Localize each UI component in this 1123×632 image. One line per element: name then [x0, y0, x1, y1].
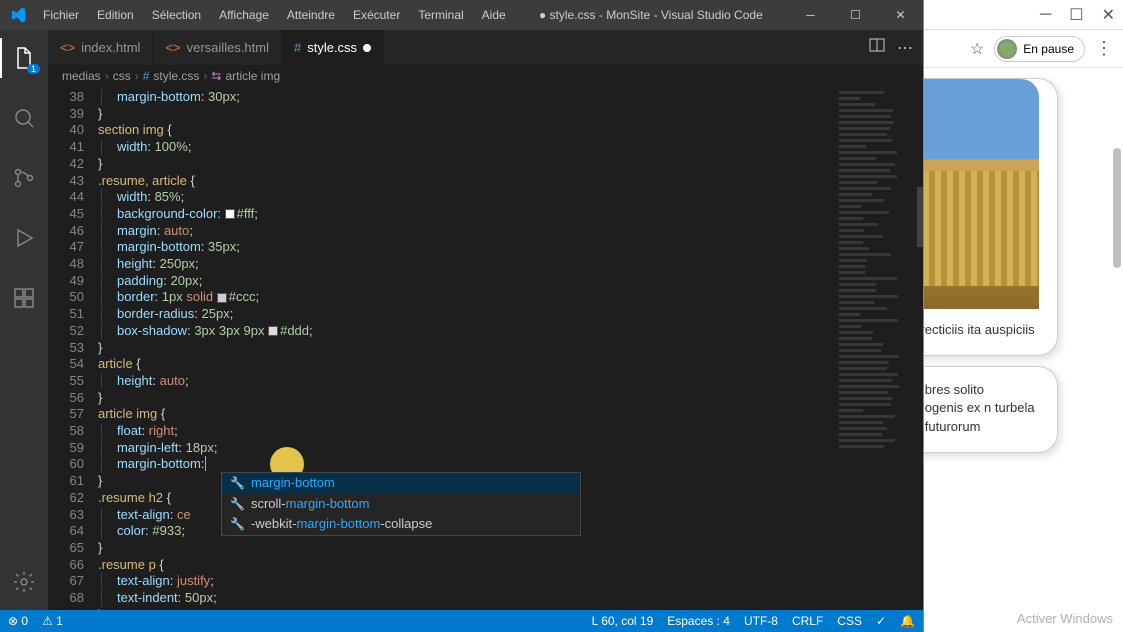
tab-versailles-html[interactable]: <> versailles.html	[153, 30, 282, 65]
settings-gear-icon[interactable]	[0, 562, 48, 602]
tab-index-html[interactable]: <> index.html	[48, 30, 153, 65]
menu-atteindre[interactable]: Atteindre	[279, 8, 343, 22]
article-text: a advecticiis ita auspiciis	[924, 321, 1043, 339]
menu-bar: Fichier Edition Sélection Affichage Atte…	[35, 8, 514, 22]
article-card: a advecticiis ita auspiciis	[924, 78, 1058, 356]
browser-page[interactable]: a advecticiis ita auspiciis rni imbres s…	[924, 68, 1123, 632]
minimize-button[interactable]: ─	[788, 0, 833, 30]
tab-label: versailles.html	[187, 40, 269, 55]
page-scrollbar[interactable]	[1113, 148, 1121, 268]
breadcrumb-segment[interactable]: style.css	[153, 69, 199, 83]
menu-fichier[interactable]: Fichier	[35, 8, 87, 22]
status-indent[interactable]: Espaces : 4	[667, 614, 730, 628]
dirty-indicator-icon	[363, 44, 371, 52]
code-content[interactable]: │ margin-bottom: 30px;}section img {│ wi…	[98, 87, 833, 610]
article-image	[924, 79, 1039, 309]
article-card: rni imbres solito Hermogenis ex n turbel…	[924, 366, 1058, 453]
status-errors[interactable]: ⊗ 0	[8, 614, 28, 628]
browser-menu-icon[interactable]: ⋮	[1095, 38, 1113, 59]
status-encoding[interactable]: UTF-8	[744, 614, 778, 628]
title-bar: Fichier Edition Sélection Affichage Atte…	[0, 0, 923, 30]
autocomplete-item[interactable]: 🔧margin-bottom	[222, 473, 580, 494]
status-notifications-icon[interactable]: 🔔	[900, 614, 915, 628]
window-title: ● style.css - MonSite - Visual Studio Co…	[514, 8, 788, 22]
activity-bar: 1	[0, 30, 48, 610]
breadcrumb-segment[interactable]: css	[113, 69, 131, 83]
status-prettier-icon[interactable]: ✓	[876, 614, 886, 628]
more-actions-icon[interactable]: ⋯	[897, 38, 913, 58]
article-text: rni imbres solito Hermogenis ex n turbel…	[924, 381, 1043, 436]
breadcrumb[interactable]: medias› css› #style.css› ⇆article img	[48, 65, 923, 87]
extensions-icon[interactable]	[0, 278, 48, 318]
explorer-badge: 1	[27, 64, 40, 74]
bookmark-star-icon[interactable]: ☆	[970, 39, 984, 59]
autocomplete-popup[interactable]: 🔧margin-bottom🔧scroll-margin-bottom🔧-web…	[221, 472, 581, 536]
vscode-logo-icon	[0, 7, 35, 23]
status-cursor-position[interactable]: L 60, col 19	[592, 614, 654, 628]
line-number-gutter: 3839404142434445464748495051525354555657…	[48, 87, 98, 610]
source-control-icon[interactable]	[0, 158, 48, 198]
html-file-icon: <>	[60, 40, 75, 55]
avatar	[997, 39, 1017, 59]
menu-edition[interactable]: Edition	[89, 8, 142, 22]
property-icon: 🔧	[230, 516, 245, 533]
explorer-icon[interactable]: 1	[0, 38, 48, 78]
windows-activation-watermark: Activer Windows	[1017, 611, 1113, 626]
code-editor[interactable]: 3839404142434445464748495051525354555657…	[48, 87, 923, 610]
tab-style-css[interactable]: # style.css	[282, 30, 384, 65]
vscode-window: Fichier Edition Sélection Affichage Atte…	[0, 0, 923, 632]
menu-selection[interactable]: Sélection	[144, 8, 209, 22]
close-button[interactable]: ✕	[878, 0, 923, 30]
tab-bar: <> index.html <> versailles.html # style…	[48, 30, 923, 65]
profile-pause-chip[interactable]: En pause	[994, 36, 1085, 62]
browser-maximize-button[interactable]: ☐	[1069, 5, 1083, 25]
search-icon[interactable]	[0, 98, 48, 138]
status-language[interactable]: CSS	[837, 614, 862, 628]
browser-window: ─ ☐ ✕ ☆ En pause ⋮ a advecticiis ita aus…	[923, 0, 1123, 632]
breadcrumb-segment[interactable]: article img	[225, 69, 280, 83]
browser-toolbar: ☆ En pause ⋮	[924, 30, 1123, 68]
autocomplete-item[interactable]: 🔧scroll-margin-bottom	[222, 494, 580, 515]
browser-minimize-button[interactable]: ─	[1040, 6, 1051, 24]
tab-label: style.css	[307, 40, 357, 55]
run-debug-icon[interactable]	[0, 218, 48, 258]
breadcrumb-segment[interactable]: medias	[62, 69, 101, 83]
tab-label: index.html	[81, 40, 140, 55]
minimap[interactable]	[833, 87, 923, 610]
status-bar: ⊗ 0 ⚠ 1 L 60, col 19 Espaces : 4 UTF-8 C…	[0, 610, 923, 632]
property-icon: 🔧	[230, 475, 245, 492]
css-file-icon: #	[294, 40, 301, 55]
property-icon: 🔧	[230, 496, 245, 513]
autocomplete-item[interactable]: 🔧-webkit-margin-bottom-collapse	[222, 514, 580, 535]
maximize-button[interactable]: ☐	[833, 0, 878, 30]
status-warnings[interactable]: ⚠ 1	[42, 614, 63, 628]
pause-label: En pause	[1023, 42, 1074, 56]
split-editor-icon[interactable]	[869, 37, 885, 58]
editor-area: <> index.html <> versailles.html # style…	[48, 30, 923, 610]
minimap-viewport[interactable]	[917, 187, 923, 247]
menu-executer[interactable]: Exécuter	[345, 8, 408, 22]
menu-affichage[interactable]: Affichage	[211, 8, 277, 22]
status-eol[interactable]: CRLF	[792, 614, 823, 628]
html-file-icon: <>	[165, 40, 180, 55]
menu-aide[interactable]: Aide	[474, 8, 514, 22]
browser-titlebar: ─ ☐ ✕	[924, 0, 1123, 30]
menu-terminal[interactable]: Terminal	[410, 8, 471, 22]
browser-close-button[interactable]: ✕	[1102, 5, 1115, 25]
